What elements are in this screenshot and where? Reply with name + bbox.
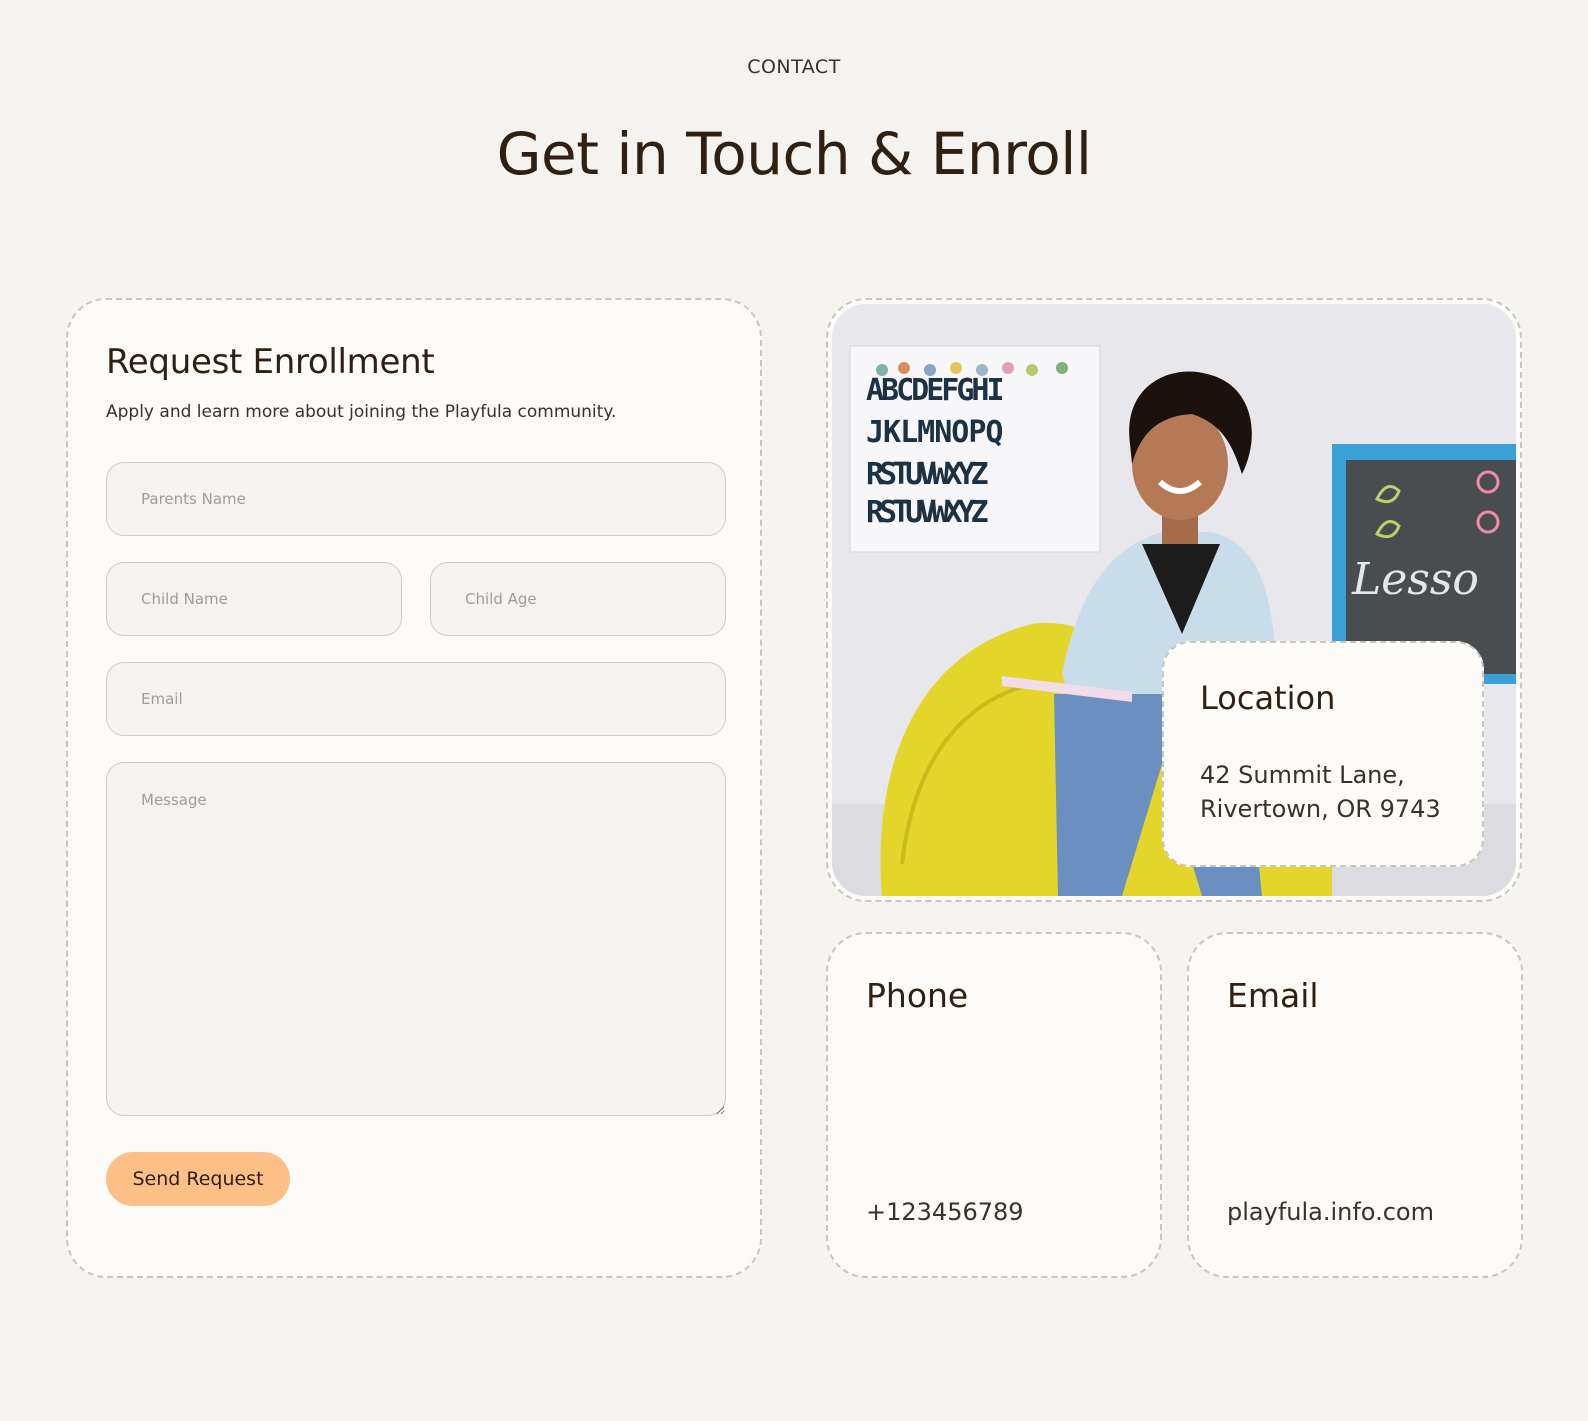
enrollment-form-card: Request Enrollment Apply and learn more …: [66, 298, 762, 1278]
location-address-line-2: Rivertown, OR 9743: [1200, 795, 1441, 823]
page-title: Get in Touch & Enroll: [496, 120, 1092, 188]
email-input[interactable]: [106, 662, 726, 736]
chalkboard-text: Lesso: [1351, 554, 1479, 605]
location-address-line-1: 42 Summit Lane,: [1200, 761, 1405, 789]
location-card: Location 42 Summit Lane, Rivertown, OR 9…: [1162, 641, 1484, 867]
phone-title: Phone: [866, 976, 969, 1015]
alphabet-row-3: RSTUVWXYZ: [866, 457, 987, 492]
form-subtitle: Apply and learn more about joining the P…: [106, 402, 617, 422]
email-title: Email: [1227, 976, 1319, 1015]
phone-number[interactable]: +123456789: [866, 1198, 1024, 1226]
email-card: Email playfula.info.com: [1187, 932, 1523, 1278]
email-address[interactable]: playfula.info.com: [1227, 1198, 1434, 1226]
alphabet-row-4: RSTUVWXYZ: [866, 495, 987, 530]
phone-card: Phone +123456789: [826, 932, 1162, 1278]
alphabet-row-2: JKLMNOPQ: [866, 415, 1003, 450]
child-age-input[interactable]: [430, 562, 726, 636]
message-textarea[interactable]: [106, 762, 726, 1116]
location-title: Location: [1200, 679, 1336, 717]
form-title: Request Enrollment: [106, 342, 435, 382]
parents-name-input[interactable]: [106, 462, 726, 536]
child-name-input[interactable]: [106, 562, 402, 636]
page-eyebrow: CONTACT: [747, 56, 841, 78]
alphabet-row-1: ABCDEFGHI: [866, 373, 1002, 408]
send-request-button[interactable]: Send Request: [106, 1152, 290, 1206]
